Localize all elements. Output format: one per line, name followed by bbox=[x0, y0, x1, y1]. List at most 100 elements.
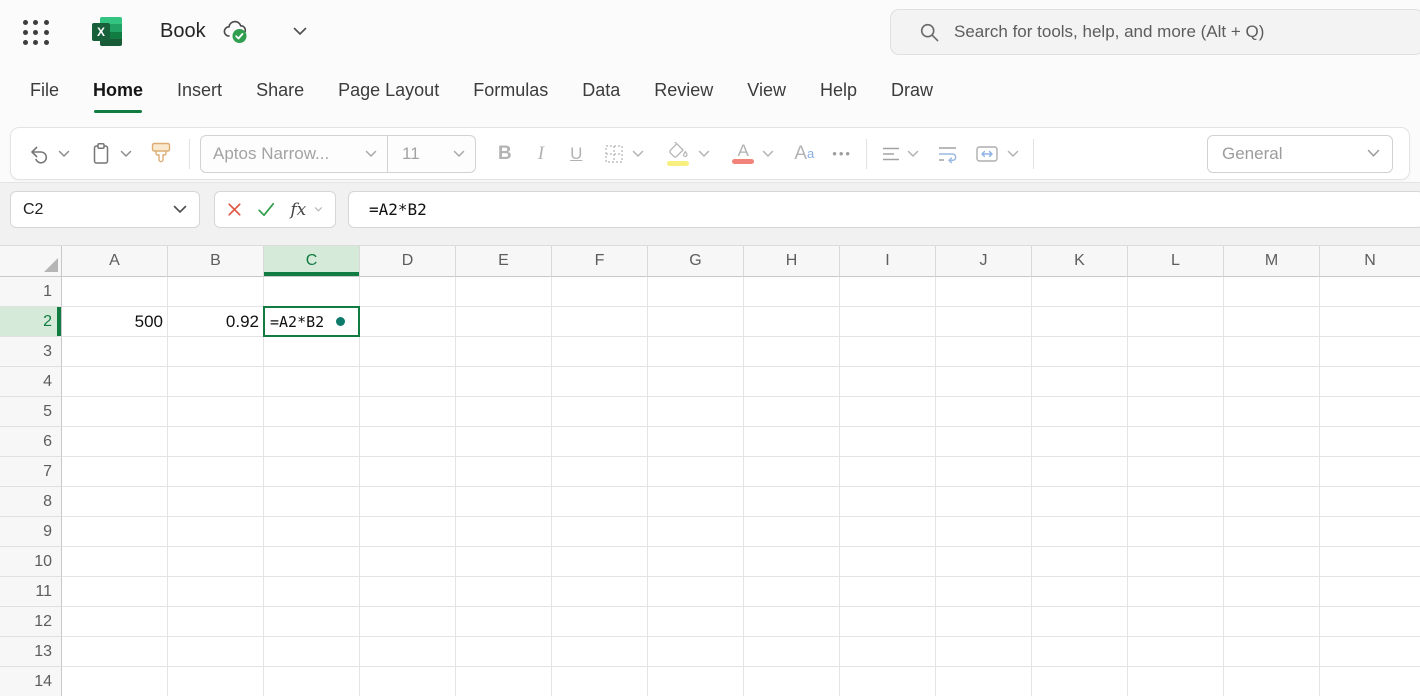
number-format-select[interactable]: General bbox=[1207, 135, 1393, 173]
cell-F6[interactable] bbox=[552, 427, 648, 457]
cell-F12[interactable] bbox=[552, 607, 648, 637]
column-header-A[interactable]: A bbox=[62, 246, 168, 277]
cell-M8[interactable] bbox=[1224, 487, 1320, 517]
column-header-K[interactable]: K bbox=[1032, 246, 1128, 277]
cell-F1[interactable] bbox=[552, 277, 648, 307]
cell-I11[interactable] bbox=[840, 577, 936, 607]
cell-G1[interactable] bbox=[648, 277, 744, 307]
cell-L6[interactable] bbox=[1128, 427, 1224, 457]
cell-M14[interactable] bbox=[1224, 667, 1320, 696]
cell-N12[interactable] bbox=[1320, 607, 1420, 637]
row-header-4[interactable]: 4 bbox=[0, 367, 62, 397]
menu-item-data[interactable]: Data bbox=[582, 62, 620, 118]
cell-N5[interactable] bbox=[1320, 397, 1420, 427]
more-options-button[interactable]: ••• bbox=[832, 146, 852, 161]
cell-N4[interactable] bbox=[1320, 367, 1420, 397]
cell-M1[interactable] bbox=[1224, 277, 1320, 307]
column-header-N[interactable]: N bbox=[1320, 246, 1420, 277]
cell-F11[interactable] bbox=[552, 577, 648, 607]
cell-H14[interactable] bbox=[744, 667, 840, 696]
borders-button[interactable] bbox=[604, 144, 624, 164]
cell-D11[interactable] bbox=[360, 577, 456, 607]
cell-J1[interactable] bbox=[936, 277, 1032, 307]
menu-item-home[interactable]: Home bbox=[93, 62, 143, 118]
cell-A4[interactable] bbox=[62, 367, 168, 397]
cell-M4[interactable] bbox=[1224, 367, 1320, 397]
font-color-chevron-down-icon[interactable] bbox=[762, 150, 774, 158]
cell-E2[interactable] bbox=[456, 307, 552, 337]
cell-H10[interactable] bbox=[744, 547, 840, 577]
row-header-3[interactable]: 3 bbox=[0, 337, 62, 367]
cell-D1[interactable] bbox=[360, 277, 456, 307]
cell-I6[interactable] bbox=[840, 427, 936, 457]
cell-E14[interactable] bbox=[456, 667, 552, 696]
cell-K8[interactable] bbox=[1032, 487, 1128, 517]
menu-item-draw[interactable]: Draw bbox=[891, 62, 933, 118]
cell-K3[interactable] bbox=[1032, 337, 1128, 367]
cell-C14[interactable] bbox=[264, 667, 360, 696]
menu-item-formulas[interactable]: Formulas bbox=[473, 62, 548, 118]
cell-D10[interactable] bbox=[360, 547, 456, 577]
cell-B8[interactable] bbox=[168, 487, 264, 517]
cell-I3[interactable] bbox=[840, 337, 936, 367]
menu-item-view[interactable]: View bbox=[747, 62, 786, 118]
cell-I14[interactable] bbox=[840, 667, 936, 696]
cell-E8[interactable] bbox=[456, 487, 552, 517]
cell-A5[interactable] bbox=[62, 397, 168, 427]
cell-L10[interactable] bbox=[1128, 547, 1224, 577]
cell-L2[interactable] bbox=[1128, 307, 1224, 337]
wrap-text-button[interactable] bbox=[937, 144, 959, 164]
cell-J5[interactable] bbox=[936, 397, 1032, 427]
search-input[interactable]: Search for tools, help, and more (Alt + … bbox=[890, 9, 1420, 55]
cell-G10[interactable] bbox=[648, 547, 744, 577]
cell-M3[interactable] bbox=[1224, 337, 1320, 367]
cell-D13[interactable] bbox=[360, 637, 456, 667]
cell-D4[interactable] bbox=[360, 367, 456, 397]
cell-B11[interactable] bbox=[168, 577, 264, 607]
cell-F14[interactable] bbox=[552, 667, 648, 696]
cell-C7[interactable] bbox=[264, 457, 360, 487]
cell-C2[interactable]: =A2*B2 bbox=[264, 307, 360, 337]
cell-M6[interactable] bbox=[1224, 427, 1320, 457]
cell-G5[interactable] bbox=[648, 397, 744, 427]
cell-G3[interactable] bbox=[648, 337, 744, 367]
cell-B5[interactable] bbox=[168, 397, 264, 427]
cell-K14[interactable] bbox=[1032, 667, 1128, 696]
cell-G7[interactable] bbox=[648, 457, 744, 487]
cell-B2[interactable]: 0.92 bbox=[168, 307, 264, 337]
cell-C4[interactable] bbox=[264, 367, 360, 397]
cell-D8[interactable] bbox=[360, 487, 456, 517]
row-header-5[interactable]: 5 bbox=[0, 397, 62, 427]
cell-M2[interactable] bbox=[1224, 307, 1320, 337]
cell-D7[interactable] bbox=[360, 457, 456, 487]
bold-button[interactable]: B bbox=[498, 143, 512, 165]
cell-B4[interactable] bbox=[168, 367, 264, 397]
cell-K11[interactable] bbox=[1032, 577, 1128, 607]
cell-H4[interactable] bbox=[744, 367, 840, 397]
cell-H5[interactable] bbox=[744, 397, 840, 427]
cell-H3[interactable] bbox=[744, 337, 840, 367]
cell-K4[interactable] bbox=[1032, 367, 1128, 397]
cell-F3[interactable] bbox=[552, 337, 648, 367]
cell-D3[interactable] bbox=[360, 337, 456, 367]
cell-A8[interactable] bbox=[62, 487, 168, 517]
cell-E13[interactable] bbox=[456, 637, 552, 667]
cell-B12[interactable] bbox=[168, 607, 264, 637]
cell-C1[interactable] bbox=[264, 277, 360, 307]
cell-C10[interactable] bbox=[264, 547, 360, 577]
cell-J10[interactable] bbox=[936, 547, 1032, 577]
insert-function-chevron-down-icon[interactable] bbox=[314, 206, 323, 213]
row-header-1[interactable]: 1 bbox=[0, 277, 62, 307]
cell-D2[interactable] bbox=[360, 307, 456, 337]
cell-K1[interactable] bbox=[1032, 277, 1128, 307]
cell-H6[interactable] bbox=[744, 427, 840, 457]
cell-E5[interactable] bbox=[456, 397, 552, 427]
row-header-2[interactable]: 2 bbox=[0, 307, 62, 337]
cell-B7[interactable] bbox=[168, 457, 264, 487]
row-header-11[interactable]: 11 bbox=[0, 577, 62, 607]
column-header-F[interactable]: F bbox=[552, 246, 648, 277]
cell-I9[interactable] bbox=[840, 517, 936, 547]
cell-I2[interactable] bbox=[840, 307, 936, 337]
column-header-L[interactable]: L bbox=[1128, 246, 1224, 277]
cell-J12[interactable] bbox=[936, 607, 1032, 637]
